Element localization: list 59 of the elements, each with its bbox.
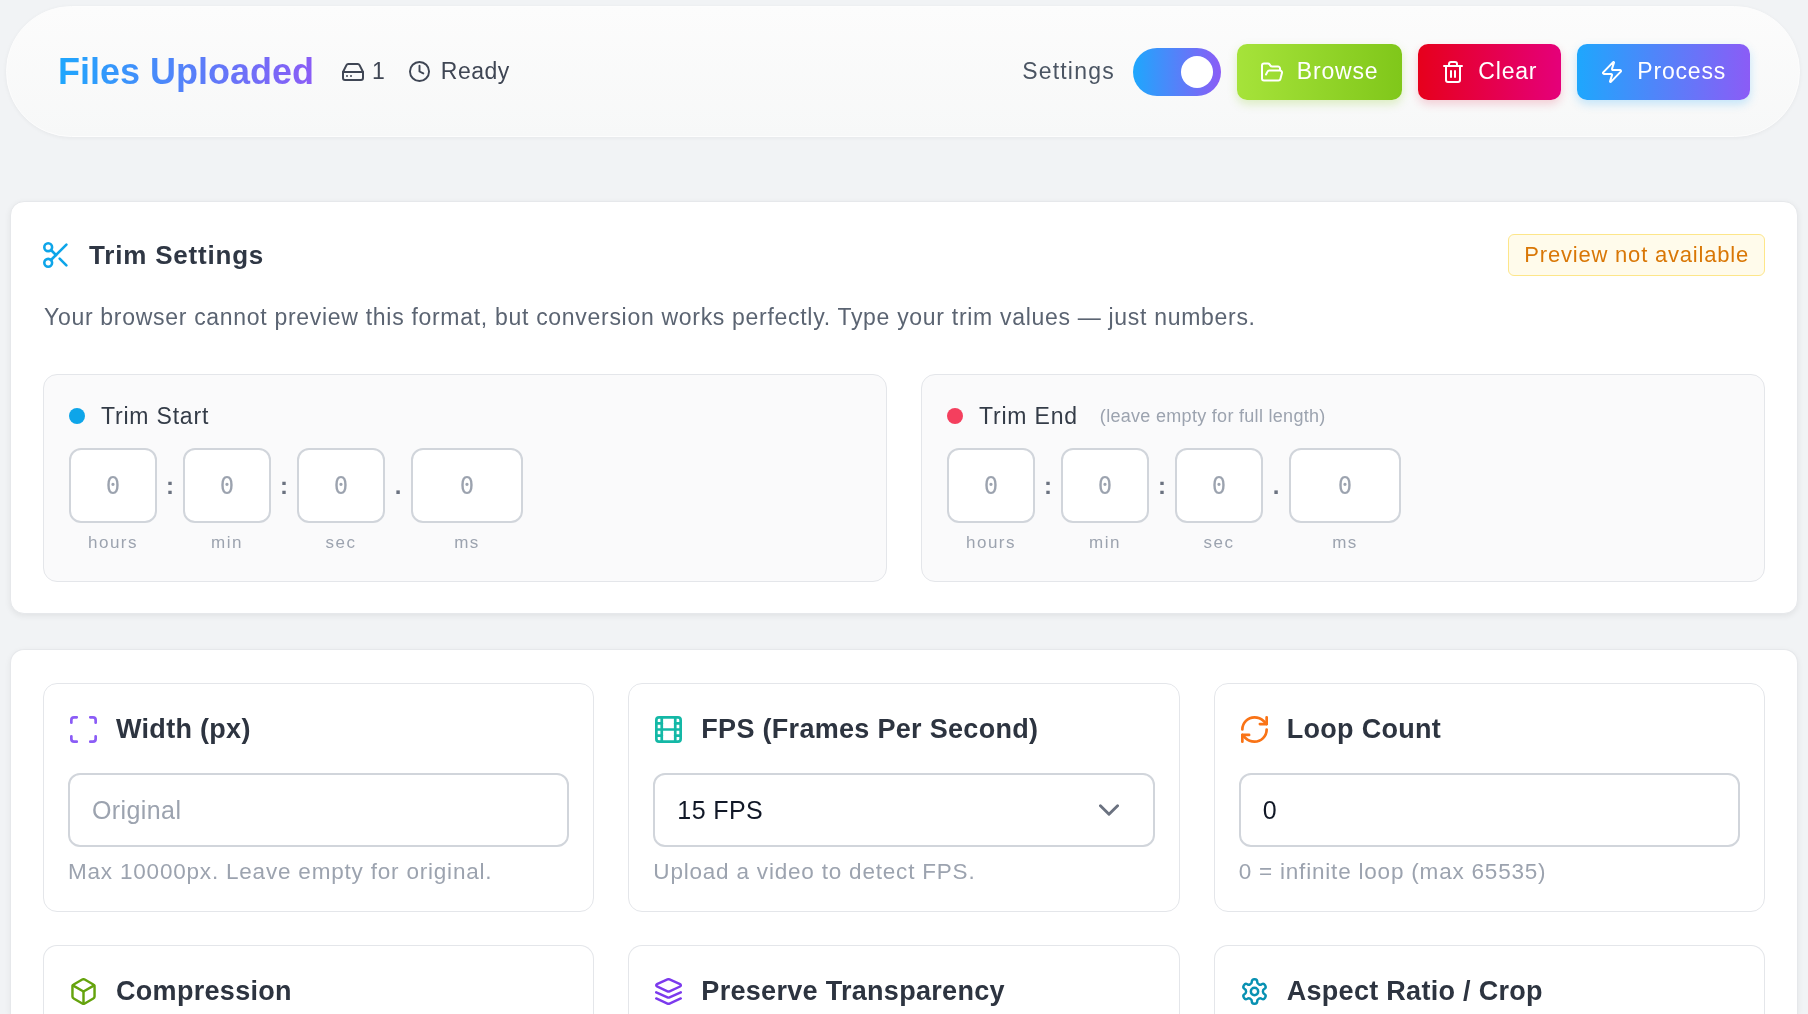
folder-icon [1260,60,1283,83]
clock-icon [408,61,430,82]
status-text: Ready [440,58,510,85]
unit-label: ms [454,533,480,553]
hint-text: 0 = infinite loop (max 65535) [1238,859,1548,885]
scissors-icon [43,242,69,268]
option-title: Compression [116,975,292,1007]
hint-text: Upload a video to detect FPS. [653,859,977,885]
settings-toggle[interactable] [1132,47,1221,96]
section-title: Trim Settings [89,239,265,271]
time-separator: . [393,470,403,501]
settings-label: Settings [1022,58,1115,85]
time-input[interactable]: 0 [947,448,1035,523]
film-icon [655,715,683,743]
option-title: Aspect Ratio / Crop [1286,975,1543,1007]
panel-note: (leave empty for full length) [1099,405,1326,427]
unit-label: min [1089,533,1121,553]
trash-icon [1442,60,1465,83]
input-field[interactable]: Original [68,773,570,847]
panel-title: Trim End [979,402,1078,430]
time-input[interactable]: 0 [183,448,271,523]
time-separator: : [279,470,289,501]
option-title: Preserve Transparency [701,975,1005,1007]
time-input[interactable]: 0 [69,448,157,523]
unit-label: hours [966,533,1016,553]
box-icon [70,977,97,1005]
time-separator: : [1157,470,1167,501]
option-title: FPS (Frames Per Second) [701,713,1039,745]
time-input[interactable]: 0 [1061,448,1149,523]
time-separator: . [1271,470,1281,501]
frame-corners-icon [70,715,97,743]
lightning-icon [1601,60,1624,83]
time-input[interactable]: 0 [411,448,523,523]
unit-label: sec [1203,533,1235,553]
file-count: 1 [372,58,385,85]
hint-text: Max 10000px. Leave empty for original. [68,859,494,885]
process-button[interactable]: Process [1577,43,1750,100]
time-input[interactable]: 0 [1289,448,1401,523]
unit-label: sec [325,533,357,553]
option-title: Width (px) [116,713,251,745]
select-field[interactable]: 15 FPS [653,773,1155,847]
preview-badge: Preview not available [1508,234,1765,276]
refresh-icon [1240,715,1268,743]
time-separator: : [165,470,175,501]
input-field[interactable]: 0 [1238,773,1740,847]
time-input[interactable]: 0 [297,448,385,523]
unit-label: min [211,533,243,553]
layers-icon [655,977,683,1005]
unit-label: hours [88,533,138,553]
chevron-down-icon [1098,804,1119,816]
time-input[interactable]: 0 [1175,448,1263,523]
unit-label: ms [1332,533,1358,553]
gear-icon [1240,977,1268,1005]
panel-title: Trim Start [101,402,210,430]
hard-drive-icon [342,61,365,82]
clear-button[interactable]: Clear [1418,43,1562,100]
description-text: Your browser cannot preview this format, but conversion works perfectly. Type your trim values — just numbers. [44,304,1257,330]
time-separator: : [1043,470,1053,501]
option-title: Loop Count [1286,713,1442,745]
